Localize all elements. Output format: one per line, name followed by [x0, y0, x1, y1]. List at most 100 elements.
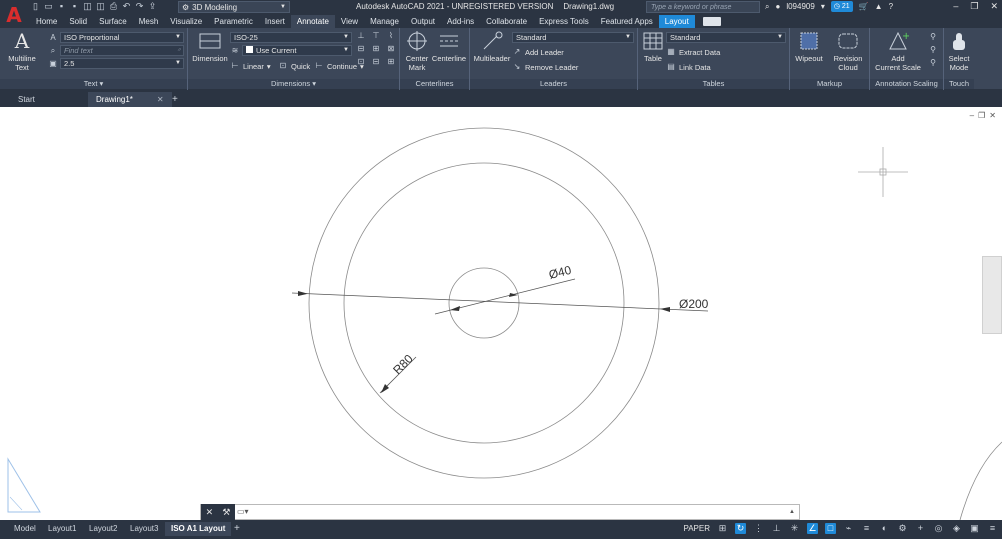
tab-view[interactable]: View	[335, 15, 364, 28]
layout-tab-layout3[interactable]: Layout3	[124, 522, 164, 536]
lineweight-icon[interactable]: ≡	[861, 523, 872, 534]
object-snap-tracking-icon[interactable]: ⌁	[843, 523, 854, 534]
file-tab-start[interactable]: Start	[10, 92, 43, 107]
connect-icon[interactable]: ▲	[875, 2, 883, 11]
layout-tab-iso-a1[interactable]: ISO A1 Layout	[165, 522, 232, 536]
save-icon[interactable]: ▪	[57, 1, 66, 12]
partial-arc[interactable]	[959, 441, 1002, 520]
gear-icon[interactable]: ⚙	[897, 523, 908, 534]
wipeout-button[interactable]: Wipeout	[792, 30, 826, 63]
tab-featured-apps[interactable]: Featured Apps	[595, 15, 659, 28]
infer-constraints-icon[interactable]: ⋮	[753, 523, 764, 534]
diameter-200-dimension-line[interactable]	[291, 292, 709, 312]
chevron-down-icon[interactable]: ▾	[821, 2, 825, 11]
plot-icon[interactable]: ⎙	[109, 1, 118, 12]
plus-icon[interactable]: +	[915, 523, 926, 534]
dimensions-panel-label[interactable]: Dimensions ▾	[188, 79, 399, 89]
tab-output[interactable]: Output	[405, 15, 441, 28]
workspace-dropdown[interactable]: ⚙ 3D Modeling ▼	[178, 1, 290, 13]
close-icon[interactable]: ✕	[990, 1, 998, 12]
space-toggle[interactable]: PAPER	[683, 524, 710, 533]
dim-override-icon[interactable]: ⊟	[371, 57, 381, 67]
tab-insert[interactable]: Insert	[259, 15, 291, 28]
tab-mesh[interactable]: Mesh	[133, 15, 165, 28]
tab-solid[interactable]: Solid	[63, 15, 93, 28]
centerline-button[interactable]: Centerline	[430, 30, 468, 63]
snap-icon[interactable]: ↻	[735, 523, 746, 534]
tab-annotate[interactable]: Annotate	[290, 15, 335, 28]
tab-parametric[interactable]: Parametric	[208, 15, 259, 28]
multileader-style-dropdown[interactable]: Standard ▼	[512, 32, 634, 43]
dim-oblique-icon[interactable]: ⊠	[386, 44, 396, 54]
radius-80-label[interactable]: R80	[390, 351, 416, 377]
open-file-icon[interactable]: ▭	[44, 1, 53, 12]
select-mode-button[interactable]: Select Mode	[944, 30, 974, 72]
inner-circle[interactable]	[448, 267, 520, 339]
chevron-up-icon[interactable]: ▲	[789, 509, 799, 515]
clean-screen-icon[interactable]: ▣	[969, 523, 980, 534]
tab-visualize[interactable]: Visualize	[164, 15, 208, 28]
command-input[interactable]	[255, 505, 789, 519]
layout-tab-layout1[interactable]: Layout1	[42, 522, 82, 536]
help-icon[interactable]: ?	[889, 2, 893, 11]
middle-circle[interactable]	[343, 162, 625, 444]
search-input[interactable]: Type a keyword or phrase	[646, 1, 760, 13]
layout-tab-layout2[interactable]: Layout2	[83, 522, 123, 536]
search-icon[interactable]: ⌕	[765, 2, 769, 12]
navigation-bar-handle[interactable]	[982, 256, 1002, 334]
minimize-icon[interactable]: –	[953, 1, 958, 12]
remove-leader-button[interactable]: ↘ Remove Leader	[512, 62, 579, 72]
tab-manage[interactable]: Manage	[364, 15, 405, 28]
file-tab-drawing1[interactable]: Drawing1* ✕	[88, 92, 172, 107]
revision-cloud-button[interactable]: Revision Cloud	[828, 30, 868, 72]
share-icon[interactable]: ⇪	[148, 1, 157, 12]
dim-reassociate-icon[interactable]: ⊞	[386, 57, 396, 67]
text-panel-label[interactable]: Text ▾	[0, 79, 187, 89]
layout-tab-model[interactable]: Model	[8, 522, 42, 536]
undo-icon[interactable]: ↶	[122, 1, 131, 12]
new-file-icon[interactable]: ▯	[31, 1, 40, 12]
text-height-dropdown[interactable]: 2.5 ▼	[60, 58, 184, 69]
link-data-button[interactable]: ▤ Link Data	[666, 62, 710, 72]
restore-icon[interactable]: ❐	[970, 1, 978, 12]
save-as-icon[interactable]: ▪	[70, 1, 79, 12]
web-open-icon[interactable]: ◫	[83, 1, 92, 12]
new-tab-button[interactable]: +	[166, 92, 184, 107]
dim-update-icon[interactable]: ⊡	[356, 57, 366, 67]
tab-collaborate[interactable]: Collaborate	[480, 15, 533, 28]
quick-button[interactable]: ⊡ Quick	[278, 61, 311, 71]
add-leader-button[interactable]: ↗ Add Leader	[512, 47, 564, 57]
drawing-canvas[interactable]: – ❐ ✕ Ø200 Ø40 R80 ✕ ⚒ ▭▾ ▲	[0, 107, 1002, 520]
dim-inspect-icon[interactable]: ⊞	[371, 44, 381, 54]
dim-space-icon[interactable]: ⊥	[356, 31, 366, 41]
wrench-icon[interactable]: ⚒	[222, 507, 230, 518]
dim-jog-icon[interactable]: ⌇	[386, 31, 396, 41]
object-snap-icon[interactable]: □	[825, 523, 836, 534]
web-save-icon[interactable]: ◫	[96, 1, 105, 12]
customization-icon[interactable]: ≡	[987, 523, 998, 534]
cart-icon[interactable]: 🛒	[859, 2, 869, 11]
dimension-style-dropdown[interactable]: ISO-25 ▼	[230, 32, 352, 43]
multiline-text-button[interactable]: A Multiline Text	[4, 30, 40, 72]
dim-adjust-icon[interactable]: ⊟	[356, 44, 366, 54]
table-button[interactable]: Table	[640, 30, 666, 63]
ortho-icon[interactable]: ⊥	[771, 523, 782, 534]
close-icon[interactable]: ✕	[157, 95, 164, 104]
scale-list-icon[interactable]: ⚲	[928, 32, 938, 42]
tab-layout[interactable]: Layout	[658, 15, 695, 28]
dimension-button[interactable]: Dimension	[190, 30, 230, 63]
close-icon[interactable]: ✕	[206, 507, 214, 518]
table-style-dropdown[interactable]: Standard ▼	[666, 32, 786, 43]
transparency-icon[interactable]: ◐	[879, 523, 890, 534]
text-style-dropdown[interactable]: ISO Proportional ▼	[60, 32, 184, 43]
tab-express-tools[interactable]: Express Tools	[533, 15, 595, 28]
linear-button[interactable]: ⊢ Linear ▾	[230, 61, 271, 71]
isodraft-icon[interactable]: ∠	[807, 523, 818, 534]
center-mark-button[interactable]: Center Mark	[402, 30, 432, 72]
ribbon-toggle-button[interactable]	[702, 17, 721, 26]
redo-icon[interactable]: ↷	[135, 1, 144, 12]
add-current-scale-button[interactable]: + Add Current Scale	[872, 30, 924, 72]
user-icon[interactable]: ●	[775, 2, 780, 11]
user-name[interactable]: l094909	[786, 2, 814, 11]
extract-data-button[interactable]: ▦ Extract Data	[666, 47, 720, 57]
